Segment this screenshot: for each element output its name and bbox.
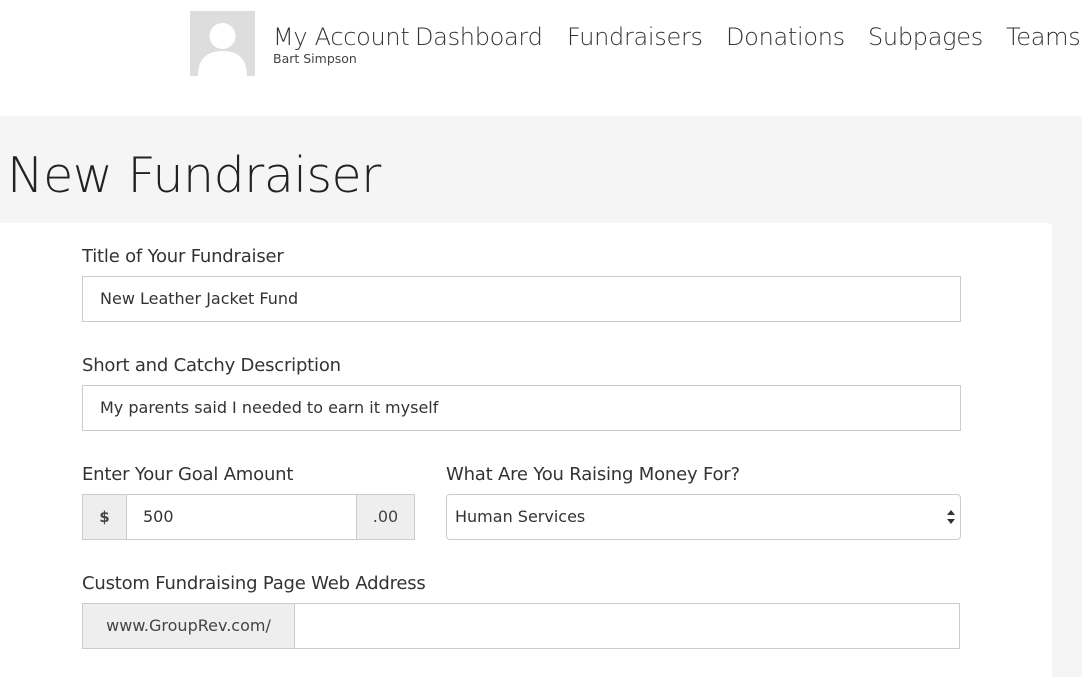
purpose-select[interactable]: Human Services [446,494,961,540]
avatar[interactable] [190,11,255,76]
nav-link-teams[interactable]: Teams [1006,22,1081,52]
top-navigation: My Account Bart Simpson Dashboard Fundra… [0,0,1082,116]
nav-link-subpages[interactable]: Subpages [868,22,983,52]
cents-suffix: .00 [356,494,415,540]
nav-link-donations[interactable]: Donations [726,22,845,52]
fundraiser-title-input[interactable]: New Leather Jacket Fund [82,276,961,322]
web-address-input[interactable] [294,603,960,649]
web-address-prefix: www.GroupRev.com/ [82,603,295,649]
web-address-label: Custom Fundraising Page Web Address [82,573,426,594]
description-label: Short and Catchy Description [82,355,341,376]
purpose-selected-value: Human Services [455,507,586,526]
description-input[interactable]: My parents said I needed to earn it myse… [82,385,961,431]
page-title: New Fundraiser [7,147,381,204]
goal-amount-label: Enter Your Goal Amount [82,464,294,485]
nav-link-fundraisers[interactable]: Fundraisers [567,22,703,52]
title-label: Title of Your Fundraiser [82,246,284,267]
account-title: My Account [273,23,410,51]
nav-link-dashboard[interactable]: Dashboard [415,22,543,52]
my-account-menu[interactable]: My Account Bart Simpson [273,22,410,67]
currency-prefix: $ [82,494,127,540]
purpose-label: What Are You Raising Money For? [446,464,740,485]
account-username: Bart Simpson [273,51,357,66]
up-down-chevron-icon [947,510,955,524]
goal-amount-input[interactable]: 500 [126,494,357,540]
user-silhouette-icon [190,11,255,76]
